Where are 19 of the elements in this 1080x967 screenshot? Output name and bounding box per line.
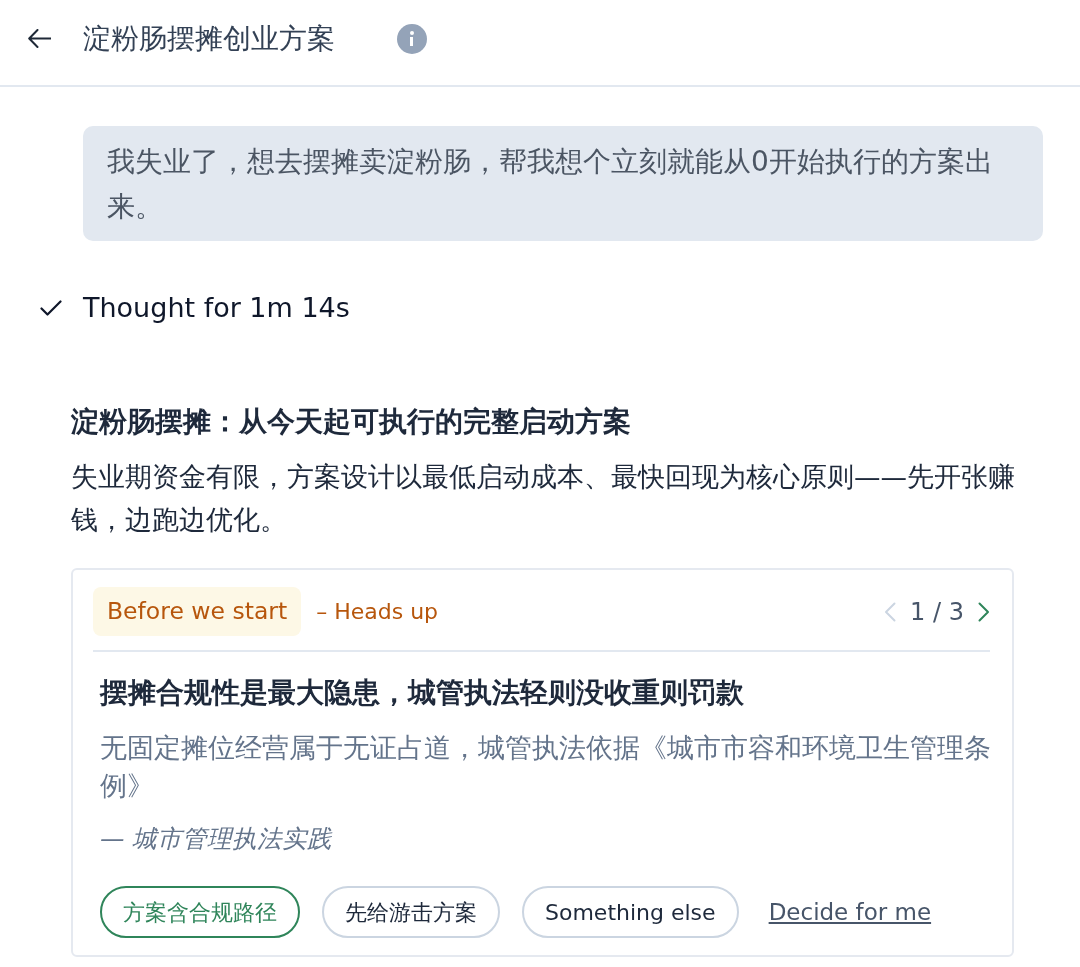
user-message: 我失业了，想去摆摊卖淀粉肠，帮我想个立刻就能从0开始执行的方案出来。 bbox=[83, 126, 1043, 241]
option-chip[interactable]: 先给游击方案 bbox=[322, 886, 500, 938]
back-arrow-icon[interactable] bbox=[28, 29, 51, 48]
section-tag: Before we start bbox=[93, 587, 302, 636]
answer-heading: 淀粉肠摆摊：从今天起可执行的完整启动方案 bbox=[71, 404, 632, 440]
question-description: 无固定摊位经营属于无证占道，城管执法依据《城市市容和环境卫生管理条例》 bbox=[100, 731, 992, 803]
chevron-right-icon[interactable] bbox=[978, 601, 990, 622]
conversation-title: 淀粉肠摆摊创业方案 bbox=[83, 20, 335, 57]
section-subtitle: – Heads up bbox=[316, 598, 439, 626]
check-icon bbox=[40, 300, 62, 316]
decide-link[interactable]: Decide for me bbox=[768, 894, 932, 930]
option-chip[interactable]: Something else bbox=[522, 886, 739, 938]
option-chip[interactable]: 方案含合规路径 bbox=[100, 886, 300, 938]
answer-intro: 失业期资金有限，方案设计以最低启动成本、最快回现为核心原则——先开张赚钱，边跑边优化。 bbox=[71, 460, 1016, 537]
source-citation: — 城市管理执法实践 bbox=[100, 823, 334, 855]
thought-duration-toggle[interactable]: Thought for 1m 14s bbox=[40, 286, 350, 330]
info-icon[interactable] bbox=[397, 23, 427, 54]
page-counter: 1 / 3 bbox=[910, 596, 964, 628]
question-title: 摆摊合规性是最大隐患，城管执法轻则没收重则罚款 bbox=[100, 675, 745, 711]
